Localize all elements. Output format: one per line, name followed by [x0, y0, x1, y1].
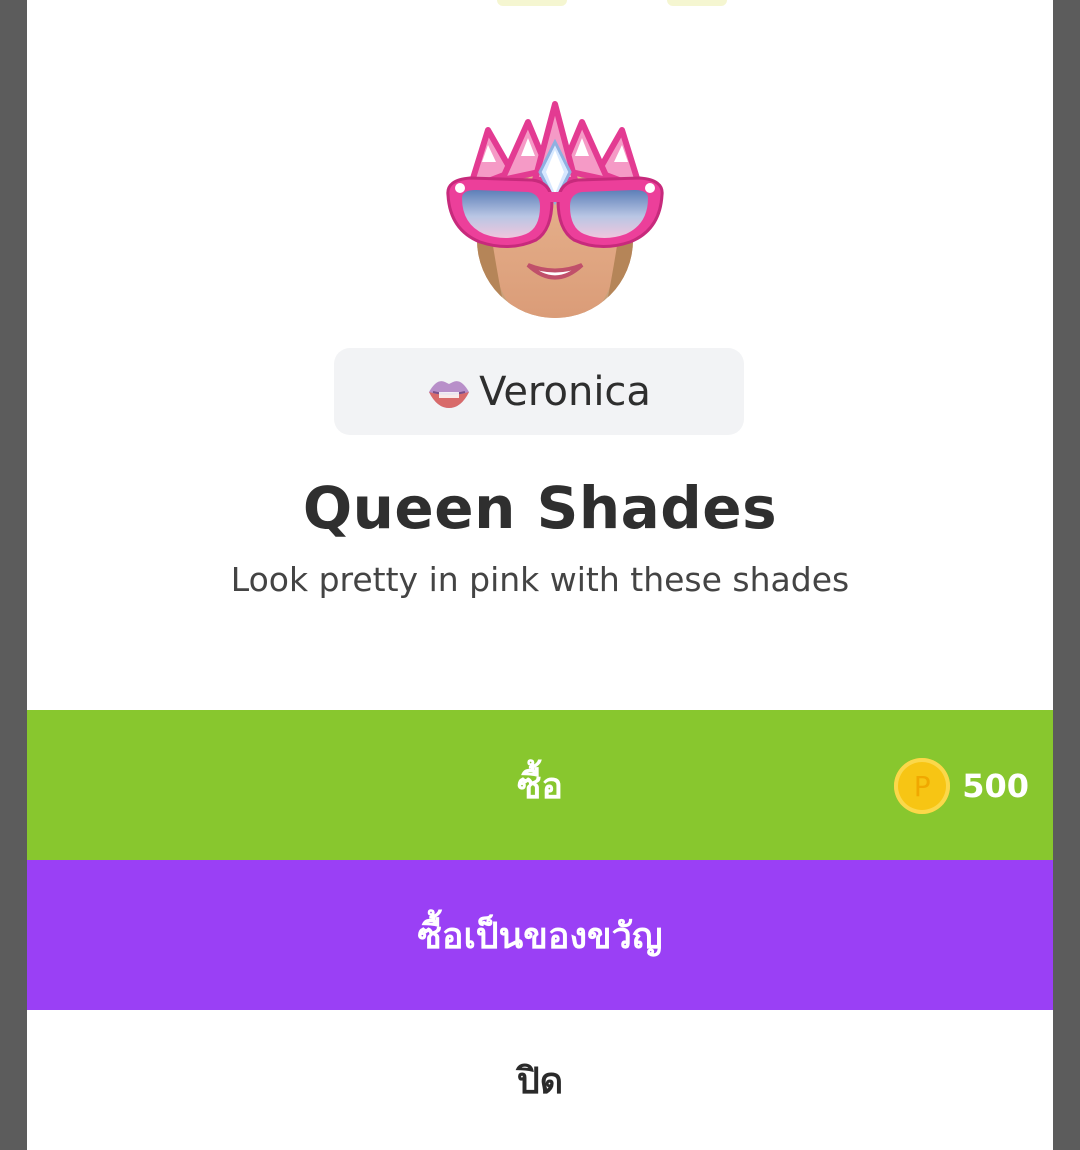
top-decoration — [667, 0, 727, 6]
gift-label: ซื้อเป็นของขวัญ — [417, 915, 663, 957]
queen-shades-avatar-icon — [446, 101, 664, 318]
close-label: ปิด — [516, 1060, 564, 1102]
price-value: 500 — [962, 767, 1029, 805]
item-description: Look pretty in pink with these shades — [230, 560, 850, 599]
buy-as-gift-button[interactable]: ซื้อเป็นของขวัญ — [27, 860, 1053, 1010]
item-detail-panel: Veronica Queen Shades Look pretty in pin… — [27, 0, 1053, 1150]
coin-symbol: P — [913, 769, 931, 803]
item-title: Queen Shades — [302, 474, 778, 542]
buy-button[interactable]: ซื้อ P 500 — [27, 710, 1053, 860]
lips-icon — [429, 380, 470, 408]
username: Veronica — [479, 368, 651, 415]
coin-icon: P — [894, 758, 951, 814]
user-chip[interactable]: Veronica — [334, 348, 744, 435]
top-decoration — [497, 0, 567, 6]
buy-label: ซื้อ — [516, 765, 564, 807]
close-button[interactable]: ปิด — [27, 1010, 1053, 1150]
price-tag: P 500 — [894, 758, 1029, 814]
